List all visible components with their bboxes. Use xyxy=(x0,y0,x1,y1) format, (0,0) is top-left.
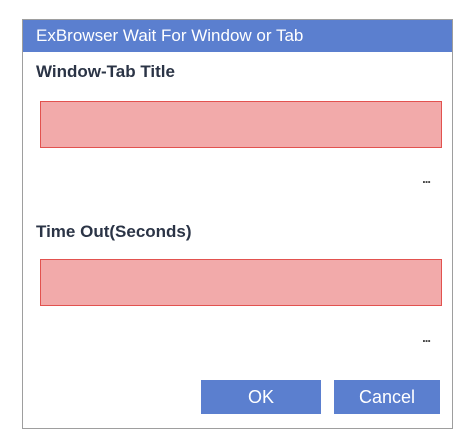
window-tab-title-label: Window-Tab Title xyxy=(36,62,175,81)
window-tab-title-browse-button[interactable]: ... xyxy=(422,172,431,185)
ok-button[interactable]: OK xyxy=(201,380,321,414)
window-tab-title-input[interactable] xyxy=(40,101,442,148)
dialog-title: ExBrowser Wait For Window or Tab xyxy=(23,20,452,52)
timeout-seconds-label: Time Out(Seconds) xyxy=(36,222,192,241)
timeout-seconds-input[interactable] xyxy=(40,259,442,306)
cancel-button[interactable]: Cancel xyxy=(334,380,440,414)
timeout-seconds-browse-button[interactable]: ... xyxy=(422,331,431,344)
wait-for-window-dialog: ExBrowser Wait For Window or Tab Window-… xyxy=(22,19,453,429)
